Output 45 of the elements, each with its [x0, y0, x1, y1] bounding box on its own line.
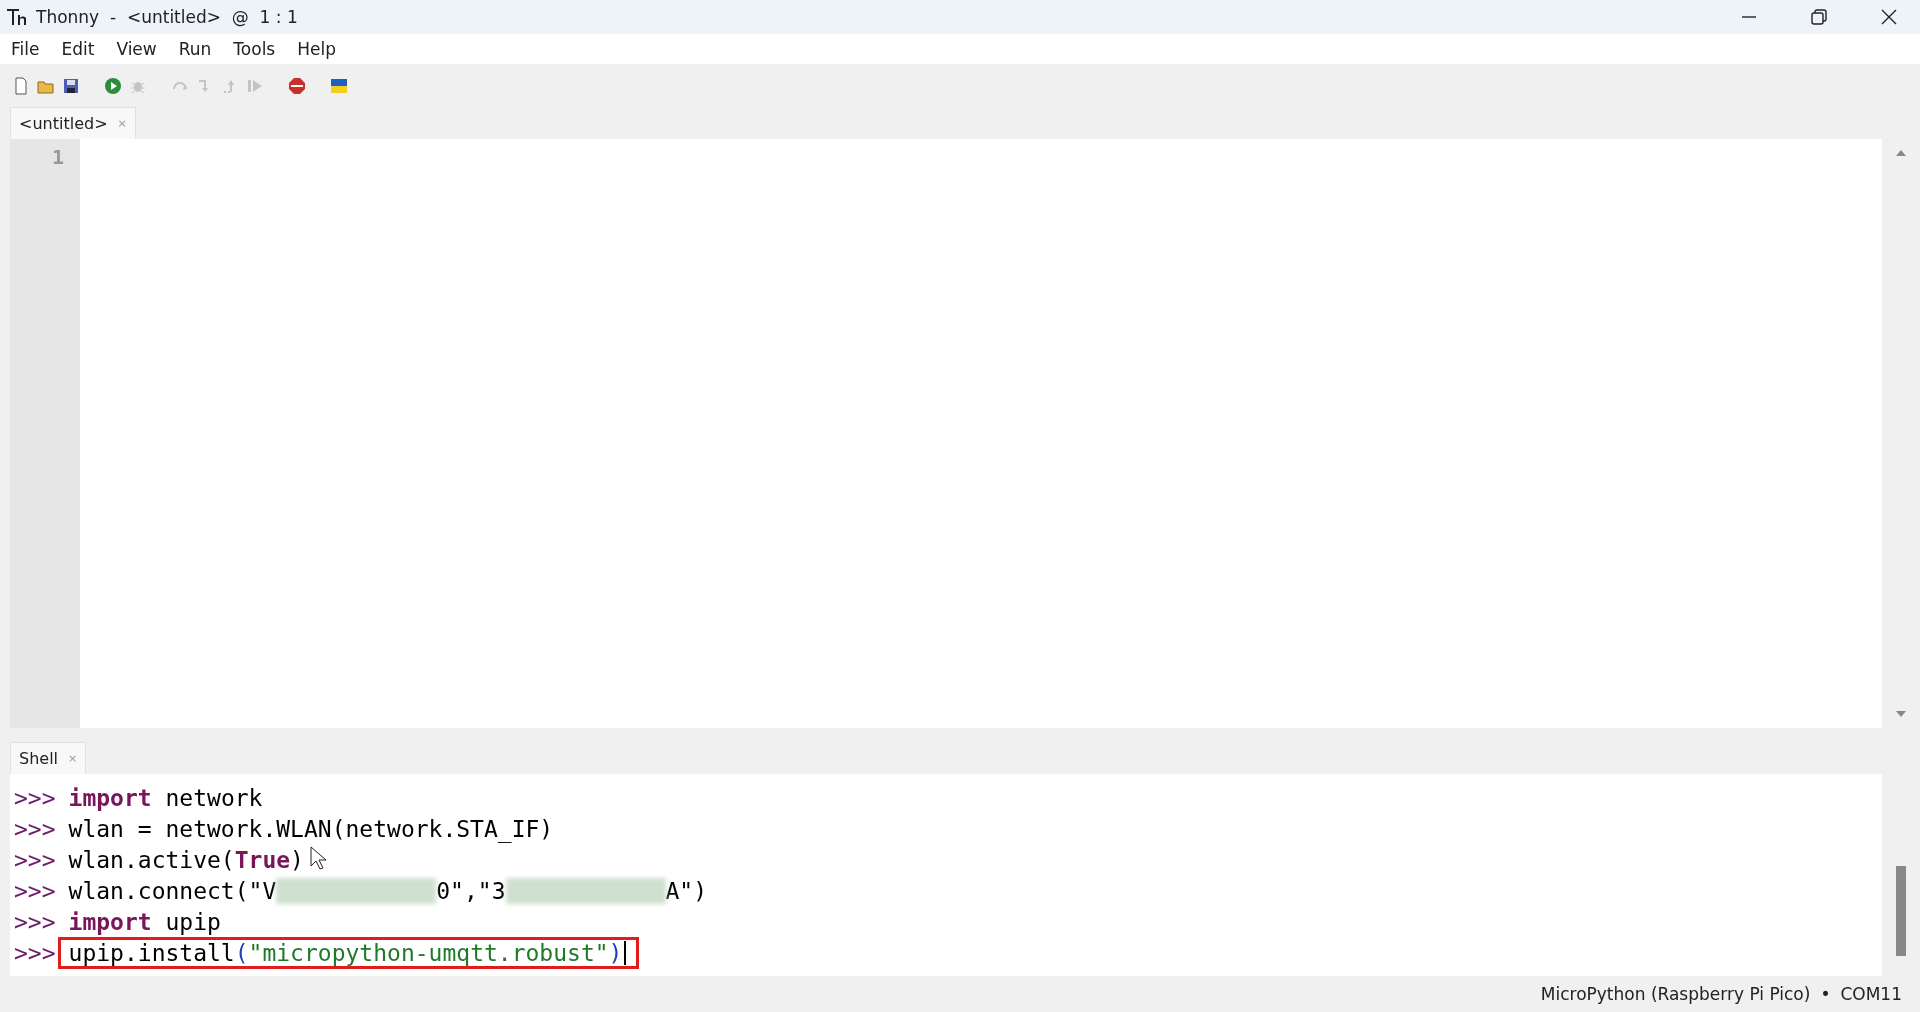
prompt-text: >>> — [14, 784, 56, 811]
keyword-text: True — [234, 846, 291, 873]
code-text: 0","3 — [436, 877, 506, 904]
prompt-text: >>> — [14, 908, 56, 935]
app-logo-icon — [6, 6, 28, 27]
code-text: upip — [164, 908, 221, 935]
shell-tab[interactable]: Shell × — [10, 742, 87, 775]
scroll-down-icon[interactable] — [1895, 710, 1907, 719]
restore-icon[interactable] — [1810, 7, 1828, 26]
string-text: "micropython-umqtt.robust" — [248, 939, 609, 966]
keyword-text: import — [68, 908, 152, 935]
port-label[interactable]: COM11 — [1840, 984, 1902, 1005]
code-text: ) — [290, 846, 304, 873]
interpreter-label[interactable]: MicroPython (Raspberry Pi Pico) — [1540, 984, 1811, 1005]
bracket-text: ) — [608, 939, 623, 966]
prompt-text: >>> — [14, 846, 56, 873]
code-text: A") — [665, 877, 708, 904]
keyword-text: import — [68, 784, 152, 811]
new-file-icon[interactable] — [12, 76, 30, 95]
code-text: wlan.active( — [68, 846, 235, 873]
menu-item[interactable]: Run — [178, 38, 212, 59]
menu-item[interactable]: Edit — [61, 38, 95, 59]
editor-tab[interactable]: <untitled> × — [10, 107, 136, 140]
prompt-text: >>> — [14, 877, 56, 904]
scroll-thumb[interactable] — [1896, 866, 1906, 957]
code-text: network — [164, 784, 263, 811]
scroll-up-icon[interactable] — [1895, 149, 1907, 158]
prompt-text: >>> — [14, 939, 56, 966]
menu-item[interactable]: Help — [297, 38, 336, 59]
close-icon[interactable] — [1880, 7, 1898, 26]
code-text: wlan = network.WLAN(network.STA_IF) — [68, 815, 554, 842]
prompt-text: >>> — [14, 815, 56, 842]
run-icon[interactable] — [104, 76, 122, 95]
menu-item[interactable]: View — [116, 38, 157, 59]
separator-text: • — [1820, 984, 1831, 1005]
stop-icon[interactable] — [288, 76, 306, 95]
menu-item[interactable]: File — [11, 38, 40, 59]
menu-item[interactable]: Tools — [233, 38, 276, 59]
mouse-pointer-icon — [310, 846, 326, 871]
code-text: wlan.connect("V — [68, 877, 277, 904]
flag-icon[interactable] — [330, 76, 348, 95]
code-text: upip.install — [68, 939, 235, 966]
line-number: 1 — [51, 145, 64, 170]
window-title: Thonny - <untitled> @ 1 : 1 — [36, 6, 298, 27]
bracket-text: ( — [234, 939, 249, 966]
